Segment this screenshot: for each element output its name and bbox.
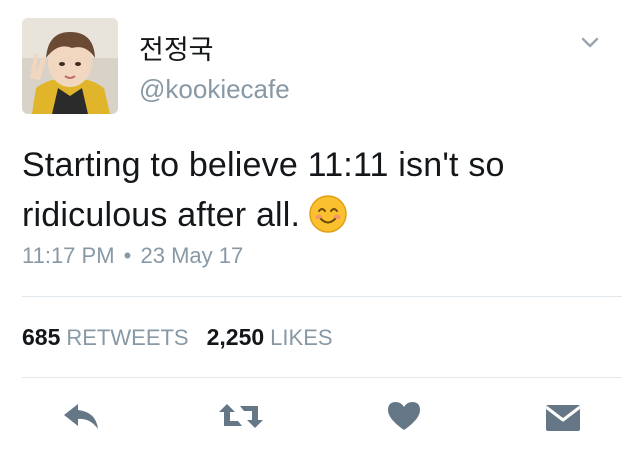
avatar[interactable] (22, 18, 118, 114)
retweet-icon[interactable] (216, 400, 266, 432)
divider-top (22, 296, 622, 297)
display-name[interactable]: 전정국 (139, 28, 214, 67)
tweet-card: 전정국 @kookiecafe Starting to believe 11:1… (0, 0, 640, 459)
retweets-count[interactable]: 685 (22, 324, 60, 350)
retweets-label[interactable]: RETWEETS (66, 325, 188, 350)
username-handle[interactable]: @kookiecafe (139, 74, 290, 105)
smiling-face-emoji (309, 195, 347, 233)
separator-dot: • (123, 243, 132, 268)
divider-bottom (22, 377, 622, 378)
avatar-photo (22, 18, 118, 114)
tweet-text: Starting to believe 11:11 isn't so ridic… (22, 140, 622, 240)
tweet-text-content: Starting to believe 11:11 isn't so ridic… (22, 146, 505, 234)
tweet-stats: 685 RETWEETS 2,250 LIKES (22, 324, 351, 351)
tweet-time: 11:17 PM (22, 243, 115, 268)
envelope-icon[interactable] (544, 400, 582, 434)
reply-icon[interactable] (62, 400, 102, 432)
tweet-date: 23 May 17 (140, 243, 244, 268)
heart-icon[interactable] (386, 400, 422, 432)
likes-count[interactable]: 2,250 (207, 324, 265, 350)
tweet-timestamp[interactable]: 11:17 PM • 23 May 17 (22, 243, 243, 269)
likes-label[interactable]: LIKES (270, 325, 332, 350)
chevron-down-icon[interactable] (580, 36, 600, 50)
